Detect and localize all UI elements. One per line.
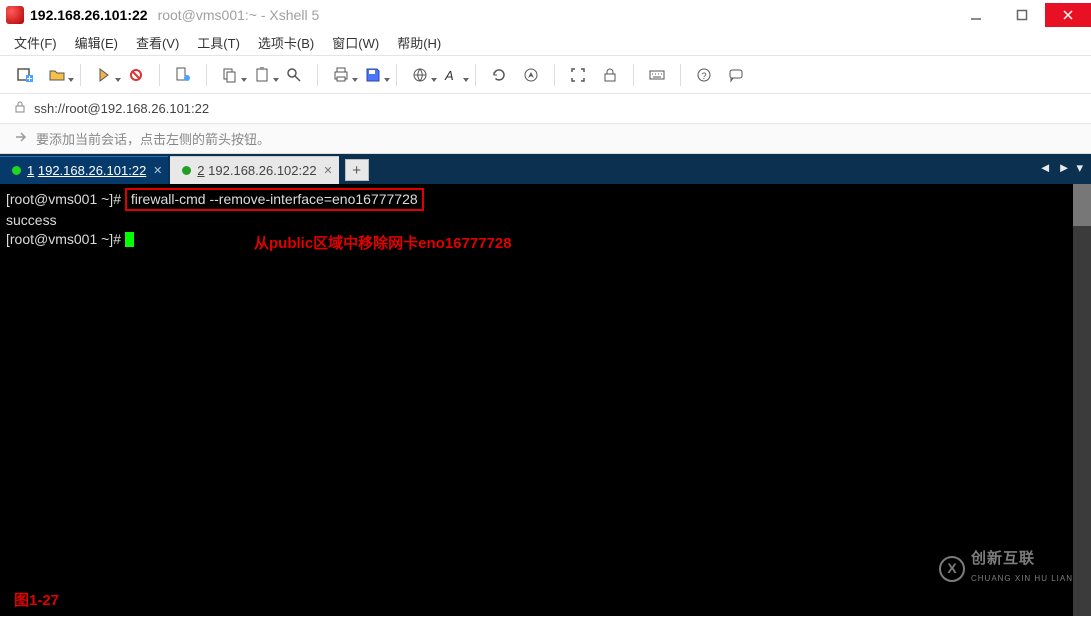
toolbar-separator [554, 64, 555, 86]
terminal-scrollbar[interactable] [1073, 184, 1091, 616]
hint-bar: 要添加当前会话，点击左侧的箭头按钮。 [0, 124, 1091, 154]
terminal[interactable]: [root@vms001 ~]# firewall-cmd --remove-i… [0, 184, 1091, 616]
tab-label: 192.168.26.101:22 [38, 163, 146, 178]
hint-arrow-icon[interactable] [14, 130, 28, 147]
address-url[interactable]: ssh://root@192.168.26.101:22 [34, 101, 209, 116]
menu-file[interactable]: 文件(F) [14, 33, 57, 52]
toolbar-separator [633, 64, 634, 86]
lock-icon[interactable] [597, 62, 623, 88]
address-bar: ssh://root@192.168.26.101:22 [0, 94, 1091, 124]
scrollbar-thumb[interactable] [1073, 184, 1091, 226]
watermark-en: CHUANG XIN HU LIAN [971, 569, 1073, 588]
tab-session-1[interactable]: 1 192.168.26.101:22 ✕ [0, 156, 168, 184]
status-dot-icon [12, 166, 21, 175]
language-icon[interactable] [407, 62, 433, 88]
watermark-logo-icon: X [939, 556, 965, 582]
toolbar-separator [159, 64, 160, 86]
properties-icon[interactable] [170, 62, 196, 88]
toolbar-separator [680, 64, 681, 86]
reconnect-icon[interactable] [91, 62, 117, 88]
command-text: firewall-cmd --remove-interface=eno16777… [131, 191, 418, 207]
watermark: X 创新互联 CHUANG XIN HU LIAN [939, 549, 1073, 588]
tab-session-2[interactable]: 2 192.168.26.102:22 ✕ [170, 156, 338, 184]
tab-menu-icon[interactable]: ▾ [1076, 160, 1083, 176]
add-tab-button[interactable]: + [345, 159, 369, 181]
menu-tools[interactable]: 工具(T) [197, 33, 240, 52]
toolbar-separator [206, 64, 207, 86]
disconnect-icon[interactable] [123, 62, 149, 88]
tab-scroll-right-icon[interactable]: ► [1058, 160, 1071, 176]
minimize-button[interactable] [953, 3, 999, 27]
title-sub: root@vms001:~ - Xshell 5 [158, 7, 320, 23]
keyboard-icon[interactable] [644, 62, 670, 88]
toolbar-separator [396, 64, 397, 86]
menu-view[interactable]: 查看(V) [136, 33, 179, 52]
title-host: 192.168.26.101:22 [30, 7, 148, 23]
annotation-caption: 从public区域中移除网卡eno16777728 [254, 234, 512, 253]
copy-icon[interactable] [217, 62, 243, 88]
terminal-output: success [6, 211, 1085, 230]
toolbar-separator [80, 64, 81, 86]
toolbar-separator [475, 64, 476, 86]
menu-bar: 文件(F) 编辑(E) 查看(V) 工具(T) 选项卡(B) 窗口(W) 帮助(… [0, 30, 1091, 56]
paste-icon[interactable] [249, 62, 275, 88]
compass-icon[interactable] [518, 62, 544, 88]
terminal-cursor [125, 232, 134, 247]
status-dot-icon [182, 166, 191, 175]
prompt: [root@vms001 ~]# [6, 191, 121, 207]
print-icon[interactable] [328, 62, 354, 88]
refresh-icon[interactable] [486, 62, 512, 88]
svg-text:?: ? [702, 71, 707, 81]
titlebar: 192.168.26.101:22 root@vms001:~ - Xshell… [0, 0, 1091, 30]
find-icon[interactable] [281, 62, 307, 88]
tab-index: 2 [197, 163, 204, 178]
window-buttons [953, 3, 1091, 27]
menu-edit[interactable]: 编辑(E) [75, 33, 118, 52]
figure-label: 图1-27 [14, 591, 59, 610]
tab-close-icon[interactable]: ✕ [153, 164, 162, 177]
menu-tabs[interactable]: 选项卡(B) [258, 33, 314, 52]
maximize-button[interactable] [999, 3, 1045, 27]
fullscreen-icon[interactable] [565, 62, 591, 88]
tab-scroll-controls: ◄ ► ▾ [1039, 160, 1083, 176]
open-session-icon[interactable] [44, 62, 70, 88]
font-icon[interactable]: A [439, 62, 465, 88]
watermark-zh: 创新互联 [971, 550, 1035, 567]
save-icon[interactable] [360, 62, 386, 88]
toolbar: A ? [0, 56, 1091, 94]
hint-text: 要添加当前会话，点击左侧的箭头按钮。 [36, 129, 270, 148]
terminal-line: [root@vms001 ~]# [6, 230, 1085, 249]
close-button[interactable] [1045, 3, 1091, 27]
menu-help[interactable]: 帮助(H) [397, 33, 441, 52]
tab-label: 192.168.26.102:22 [208, 163, 316, 178]
app-icon [6, 6, 24, 24]
help-icon[interactable]: ? [691, 62, 717, 88]
toolbar-separator [317, 64, 318, 86]
tab-strip: 1 192.168.26.101:22 ✕ 2 192.168.26.102:2… [0, 154, 1091, 184]
tab-index: 1 [27, 163, 34, 178]
menu-window[interactable]: 窗口(W) [332, 33, 379, 52]
tab-close-icon[interactable]: ✕ [323, 164, 332, 177]
prompt: [root@vms001 ~]# [6, 231, 121, 247]
command-highlight: firewall-cmd --remove-interface=eno16777… [125, 188, 424, 211]
new-session-icon[interactable] [12, 62, 38, 88]
tab-scroll-left-icon[interactable]: ◄ [1039, 160, 1052, 176]
terminal-line: [root@vms001 ~]# firewall-cmd --remove-i… [6, 188, 1085, 211]
chat-icon[interactable] [723, 62, 749, 88]
lock-mini-icon [14, 100, 26, 117]
svg-text:A: A [444, 68, 454, 83]
